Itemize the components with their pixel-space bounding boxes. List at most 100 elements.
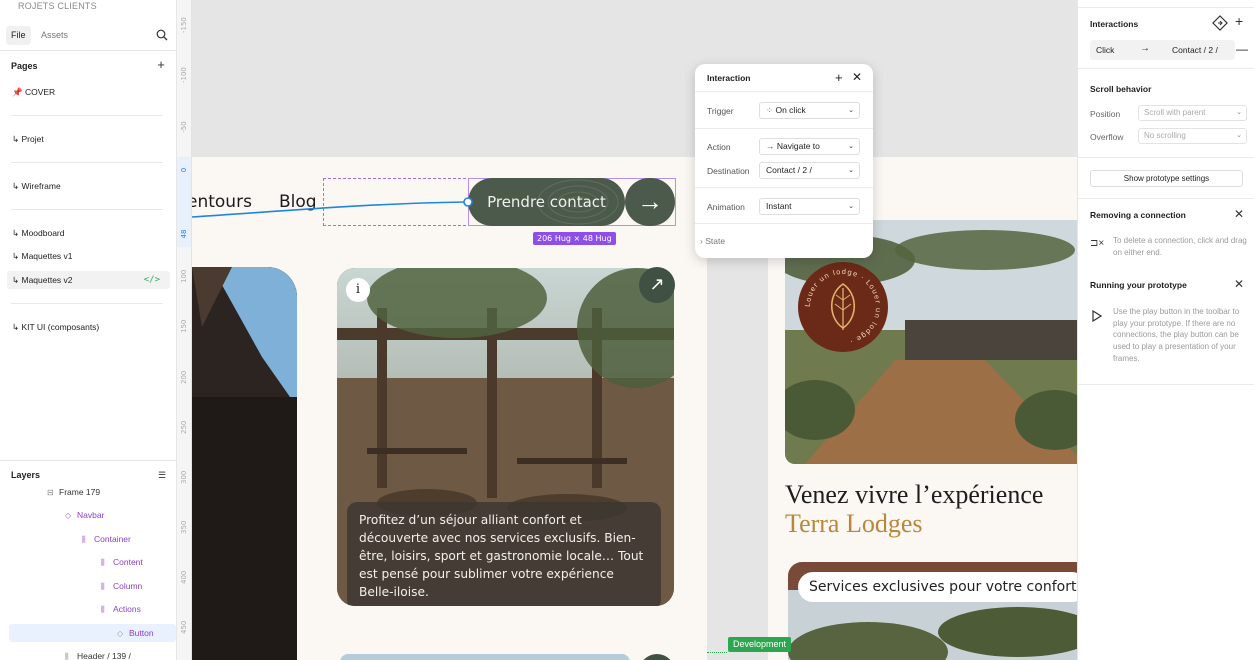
- layer-item[interactable]: ⊟ Frame 179: [47, 483, 100, 501]
- component-icon: ◇: [65, 511, 72, 520]
- card-open-button[interactable]: ↗: [639, 267, 675, 303]
- project-title[interactable]: ROJETS CLIENTS: [18, 1, 97, 11]
- development-badge[interactable]: Development: [728, 637, 792, 652]
- feature-card[interactable]: i Profitez d’un séjour alliant confort e…: [337, 268, 674, 606]
- divider: [1078, 384, 1254, 385]
- ruler-tick: -150: [180, 17, 188, 33]
- page-item-maquettes-v1[interactable]: ↳ Maquettes v1: [7, 247, 170, 265]
- disconnect-icon: ⊐×: [1090, 238, 1105, 249]
- lodge-logo-badge[interactable]: Louer un lodge · Louer un lodge ·: [798, 262, 888, 352]
- close-icon[interactable]: ✕: [852, 70, 862, 84]
- page-item-cover[interactable]: 📌 COVER: [7, 83, 170, 101]
- ruler-tick: 200: [180, 370, 188, 384]
- layer-item[interactable]: ⫼ Content: [101, 553, 143, 571]
- show-prototype-settings-button[interactable]: Show prototype settings: [1090, 170, 1243, 187]
- ruler-tick: -50: [180, 121, 188, 133]
- ruler-tick: 300: [180, 470, 188, 484]
- action-select[interactable]: → Navigate to ⌄: [759, 138, 860, 155]
- running-prototype-header: Running your prototype: [1090, 280, 1187, 290]
- animation-select[interactable]: Instant ⌄: [759, 198, 860, 215]
- close-icon[interactable]: ✕: [1234, 207, 1244, 221]
- page-item-wireframe[interactable]: ↳ Wireframe: [7, 177, 170, 195]
- layer-label: Header / 139 /: [77, 651, 131, 660]
- tab-file[interactable]: File: [6, 26, 31, 45]
- trigger-select[interactable]: ⁘ On click ⌄: [759, 102, 860, 119]
- page-item-maquettes-v2[interactable]: ↳ Maquettes v2 </>: [7, 271, 170, 289]
- interaction-target: Contact / 2 /: [1172, 45, 1218, 55]
- position-select[interactable]: Scroll with parent ⌄: [1138, 105, 1247, 121]
- design-canvas[interactable]: entours Blog Prendre contact → 206 Hug ×…: [192, 0, 1077, 660]
- hero-image-left[interactable]: [192, 267, 297, 660]
- interaction-popup: Interaction + ✕ Trigger ⁘ On click ⌄ Acti…: [695, 64, 873, 258]
- cta-arrow-button[interactable]: →: [625, 178, 675, 226]
- headline-line1: Venez vivre l’expérience: [785, 480, 1044, 509]
- layer-item[interactable]: ⫼ Column: [101, 577, 142, 595]
- removing-connection-text: To delete a connection, click and drag o…: [1113, 236, 1247, 257]
- add-action-icon[interactable]: +: [835, 70, 843, 85]
- close-icon[interactable]: ✕: [1234, 277, 1244, 291]
- layer-item[interactable]: ⫼ Header / 139 /: [65, 647, 131, 660]
- divider: [0, 460, 176, 461]
- divider: [1078, 157, 1254, 158]
- page-item-projet[interactable]: ↳ Projet: [7, 130, 170, 148]
- services-pill: Services exclusives pour votre confort: [798, 572, 1077, 602]
- layer-item[interactable]: ⫼ Actions: [101, 600, 141, 618]
- trigger-label: Trigger: [707, 106, 734, 116]
- action-label: Action: [707, 142, 731, 152]
- search-icon[interactable]: [155, 29, 169, 43]
- layer-item[interactable]: ⫼ Container: [82, 530, 131, 548]
- play-icon: [1092, 309, 1103, 324]
- trigger-value: On click: [775, 105, 806, 115]
- action-value: Navigate to: [776, 141, 820, 151]
- instance-icon: ◇: [117, 629, 124, 638]
- destination-value: Contact / 2 /: [766, 165, 812, 175]
- interaction-row[interactable]: Click → Contact / 2 /: [1090, 40, 1235, 60]
- prototype-flow-icon[interactable]: [1212, 15, 1228, 31]
- divider: [695, 187, 873, 188]
- right-sidebar: Interactions + Click → Contact / 2 / — S…: [1077, 0, 1254, 660]
- remove-interaction-icon[interactable]: —: [1236, 42, 1248, 56]
- chevron-down-icon: ⌄: [848, 203, 854, 210]
- divider: [695, 91, 873, 92]
- ruler-tick: 150: [180, 319, 188, 333]
- layer-label: Content: [113, 557, 143, 567]
- tab-assets[interactable]: Assets: [36, 26, 73, 45]
- chevron-down-icon: ⌄: [848, 167, 854, 174]
- layer-item[interactable]: ◇ Navbar: [65, 506, 104, 524]
- add-interaction-icon[interactable]: +: [1235, 13, 1243, 29]
- popup-title: Interaction: [707, 73, 751, 83]
- autolayout-icon: ⫼: [101, 558, 105, 567]
- ruler-tick: -100: [180, 67, 188, 83]
- page-item-label: ↳ Maquettes v2: [12, 275, 73, 285]
- arrow-up-right-icon: ↗: [649, 274, 665, 294]
- layer-label: Column: [113, 581, 143, 591]
- left-sidebar: ROJETS CLIENTS File Assets Pages + 📌 COV…: [0, 0, 177, 660]
- state-toggle[interactable]: › State: [700, 236, 725, 246]
- ruler-tick: 48: [180, 229, 188, 239]
- page-divider: [11, 115, 163, 116]
- layer-item-selected[interactable]: ◇ Button: [9, 624, 176, 642]
- size-badge: 206 Hug × 48 Hug: [533, 232, 616, 245]
- layer-label: Frame 179: [59, 487, 101, 497]
- ruler-tick: 250: [180, 420, 188, 434]
- page-item-moodboard[interactable]: ↳ Moodboard: [7, 224, 170, 242]
- layers-list-icon[interactable]: ☰: [155, 468, 169, 482]
- add-page-icon[interactable]: +: [154, 58, 168, 72]
- ruler-tick: 350: [180, 520, 188, 534]
- frame-icon: ⊟: [47, 488, 54, 497]
- arrow-right-icon: →: [766, 141, 777, 151]
- autolayout-icon: ⫼: [82, 535, 86, 544]
- overflow-select[interactable]: No scrolling ⌄: [1138, 128, 1247, 144]
- ruler-tick: 450: [180, 620, 188, 634]
- cta-prendre-contact-button[interactable]: Prendre contact: [468, 178, 625, 226]
- chevron-down-icon: ⌄: [848, 107, 854, 114]
- page-item-kit-ui[interactable]: ↳ KIT UI (composants): [7, 318, 170, 336]
- layer-label: Button: [129, 628, 154, 638]
- page-divider: [11, 162, 163, 163]
- ruler-tick: 0: [180, 167, 188, 173]
- info-button[interactable]: i: [346, 278, 370, 302]
- next-card-preview: [340, 654, 630, 660]
- prototype-connection[interactable]: [192, 190, 482, 220]
- destination-select[interactable]: Contact / 2 / ⌄: [759, 162, 860, 179]
- dev-mode-icon: </>: [143, 275, 160, 285]
